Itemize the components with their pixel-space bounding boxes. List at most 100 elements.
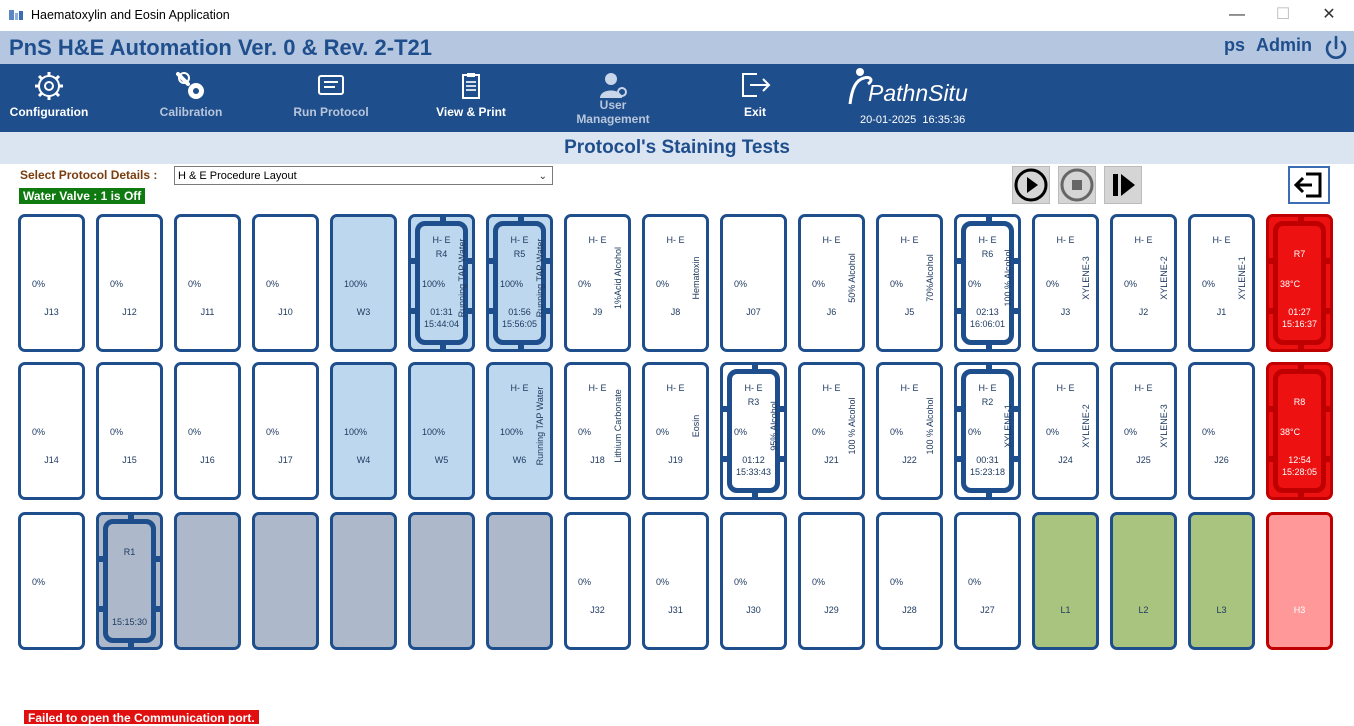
station-cell[interactable]: 0% J26 [1188,362,1255,500]
fill-percentage: 100% [422,427,446,437]
reagent-label-container: Running TAP Water [533,233,547,323]
station-cell[interactable]: H- E 0% J19 Eosin [642,362,709,500]
station-code: J12 [122,307,137,317]
sign-out-icon [1293,172,1322,198]
station-cell[interactable]: R5 01:56 15:56:05 H- E 100% Running TAP Water [486,214,553,352]
play-button[interactable] [1012,166,1050,204]
station-cell[interactable]: 0% J30 [720,512,787,650]
station-cell[interactable]: R1 15:15:30 [96,512,163,650]
station-cell[interactable]: 0% J27 [954,512,1021,650]
station-cell[interactable]: L3 [1188,512,1255,650]
reagent-name: 100 % Alcohol [925,397,935,455]
fill-percentage: 100% [344,427,368,437]
reagent-label-container: Eosin [689,381,703,471]
station-cell[interactable] [252,512,319,650]
station-cell[interactable]: 0% [18,512,85,650]
station-cell[interactable]: H- E 0% J24 XYLENE-2 [1032,362,1099,500]
station-cell[interactable]: R3 01:12 15:33:43 H- E 0% 95% Alcohol [720,362,787,500]
maximize-button[interactable]: ☐ [1260,4,1306,28]
station-cell[interactable]: H- E 0% J8 Hematoxin [642,214,709,352]
station-cell[interactable]: H- E 0% J1 XYLENE-1 [1188,214,1255,352]
station-cell[interactable]: 100% W3 [330,214,397,352]
station-cell[interactable]: 0% J11 [174,214,241,352]
station-cell[interactable]: 0% J28 [876,512,943,650]
station-temperature: 38°C [1280,427,1301,437]
station-cell[interactable]: 100% W5 [408,362,475,500]
station-cell[interactable] [330,512,397,650]
station-cell[interactable]: R6 02:13 16:06:01 H- E 0% 100 % Alcohol [954,214,1021,352]
station-cell[interactable]: H- E 0% J21 100 % Alcohol [798,362,865,500]
station-cell[interactable]: H- E 0% J9 1%Acid Alcohol [564,214,631,352]
station-cell[interactable]: R2 00:31 15:23:18 H- E 0% XYLENE-1 [954,362,1021,500]
fill-percentage: 100% [500,427,524,437]
station-cell[interactable] [174,512,241,650]
station-code: J31 [668,605,683,615]
station-cell[interactable]: H3 [1266,512,1333,650]
fill-percentage: 0% [890,577,904,587]
fill-percentage: 0% [188,427,202,437]
station-cell[interactable]: R4 01:31 15:44:04 H- E 100% Running TAP Water [408,214,475,352]
user-management-button[interactable]: User Management [570,64,656,132]
reagent-label-container: XYLENE-1 [1001,381,1015,471]
station-cell[interactable]: 0% J29 [798,512,865,650]
station-cell[interactable]: 0% J15 [96,362,163,500]
station-code: J15 [122,455,137,465]
station-cell[interactable]: H- E 0% J5 70%Alcohol [876,214,943,352]
run-protocol-button[interactable]: Run Protocol [288,64,374,132]
station-cell[interactable]: 0% J32 [564,512,631,650]
station-cell[interactable]: R8 38°C 12:54 15:28:05 [1266,362,1333,500]
fill-percentage: 0% [32,427,46,437]
station-cell[interactable]: H- E 0% J2 XYLENE-2 [1110,214,1177,352]
run-protocol-label: Run Protocol [293,105,369,119]
minimize-button[interactable]: — [1214,4,1260,28]
station-cell[interactable] [408,512,475,650]
station-cell[interactable]: 0% J16 [174,362,241,500]
fill-percentage: 0% [734,279,748,289]
document-list-icon [318,75,344,95]
fill-percentage: 0% [968,577,982,587]
close-button[interactable]: ✕ [1306,4,1352,28]
view-print-button[interactable]: View & Print [428,64,514,132]
protocol-select[interactable]: H & E Procedure Layout ⌄ [174,166,553,185]
fill-percentage: 0% [110,427,124,437]
rack-handle [986,217,992,225]
station-cell[interactable]: 0% J31 [642,512,709,650]
station-cell[interactable] [486,512,553,650]
station-cell[interactable]: H- E 100% W6 Running TAP Water [486,362,553,500]
fill-percentage: 0% [734,577,748,587]
station-cell[interactable]: H- E 0% J18 Lithium Carbonate [564,362,631,500]
exit-layout-button[interactable] [1288,166,1330,204]
protocol-select-value: H & E Procedure Layout [178,170,297,182]
stop-button[interactable] [1058,166,1096,204]
station-cell[interactable]: 0% J12 [96,214,163,352]
next-step-button[interactable] [1104,166,1142,204]
fill-percentage: 0% [110,279,124,289]
reagent-name: XYLENE-2 [1081,404,1091,448]
calibration-button[interactable]: Calibration [148,64,234,132]
station-cell[interactable]: R7 38°C 01:27 15:16:37 [1266,214,1333,352]
fill-percentage: 100% [500,279,524,289]
reagent-name: 100 % Alcohol [1003,249,1013,307]
station-cell[interactable]: H- E 0% J22 100 % Alcohol [876,362,943,500]
rack-clock-time: 15:28:05 [1281,467,1318,477]
reagent-label-container: Lithium Carbonate [611,381,625,471]
station-cell[interactable]: H- E 0% J3 XYLENE-3 [1032,214,1099,352]
chevron-down-icon: ⌄ [538,171,547,182]
station-cell[interactable]: 0% J13 [18,214,85,352]
station-cell[interactable]: 100% W4 [330,362,397,500]
station-cell[interactable]: 0% J07 [720,214,787,352]
configuration-button[interactable]: Configuration [6,64,92,132]
station-cell[interactable]: H- E 0% J6 50% Alcohol [798,214,865,352]
reagent-name: Running TAP Water [535,386,545,466]
station-cell[interactable]: L2 [1110,512,1177,650]
datetime-display: 20-01-2025 16:35:36 [860,114,965,126]
power-icon[interactable] [1322,34,1350,62]
fill-percentage: 0% [1124,279,1138,289]
station-code: H3 [1293,605,1306,615]
station-cell[interactable]: 0% J17 [252,362,319,500]
station-cell[interactable]: 0% J14 [18,362,85,500]
station-cell[interactable]: L1 [1032,512,1099,650]
station-cell[interactable]: H- E 0% J25 XYLENE-3 [1110,362,1177,500]
station-cell[interactable]: 0% J10 [252,214,319,352]
exit-button[interactable]: Exit [712,64,798,132]
